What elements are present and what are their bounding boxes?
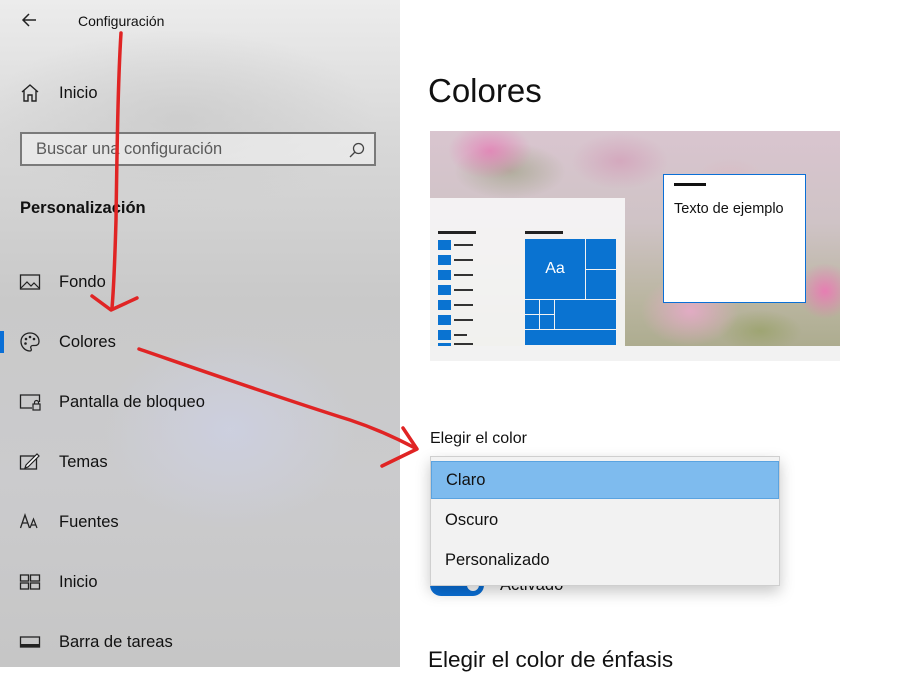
search-input[interactable] xyxy=(36,140,336,159)
app-title: Configuración xyxy=(78,13,165,29)
preview-sample-window: Texto de ejemplo xyxy=(663,174,806,303)
preview-menu-row-line xyxy=(454,244,473,246)
taskbar-icon xyxy=(18,630,42,654)
preview-menu-header xyxy=(438,231,476,234)
start-icon xyxy=(18,570,42,594)
preview-tile xyxy=(524,314,540,330)
sidebar-item-label: Fondo xyxy=(59,272,106,291)
choose-color-label: Elegir el color xyxy=(430,430,527,447)
dropdown-option-personalizado[interactable]: Personalizado xyxy=(431,541,779,579)
preview-tile xyxy=(539,299,555,315)
preview-tiles-header xyxy=(525,231,563,234)
sidebar-item-label: Colores xyxy=(59,332,116,351)
lock-screen-icon xyxy=(18,390,42,414)
preview-start-menu: Aa xyxy=(430,198,625,346)
preview-menu-row-line xyxy=(454,304,473,306)
home-icon xyxy=(18,81,42,105)
sidebar: Configuración Inicio Personalización Fon… xyxy=(0,0,400,667)
sidebar-item-label: Temas xyxy=(59,452,108,471)
search-box[interactable] xyxy=(20,132,376,166)
color-mode-dropdown[interactable]: Claro Oscuro Personalizado xyxy=(430,456,780,586)
preview-menu-row xyxy=(438,330,451,340)
dropdown-option-claro[interactable]: Claro xyxy=(431,461,779,499)
sidebar-item-label: Inicio xyxy=(59,83,98,102)
preview-menu-row xyxy=(438,255,451,265)
preview-menu-row xyxy=(438,270,451,280)
preview-sample-text: Texto de ejemplo xyxy=(674,201,784,217)
sidebar-item-temas[interactable]: Temas xyxy=(0,442,400,482)
preview-sample-bar xyxy=(674,183,706,186)
sidebar-item-inicio[interactable]: Inicio xyxy=(0,562,400,602)
preview-tile xyxy=(539,314,555,330)
preview-tile xyxy=(585,238,617,270)
preview-menu-row xyxy=(438,315,451,325)
sidebar-item-label: Inicio xyxy=(59,572,98,591)
palette-icon xyxy=(18,330,42,354)
page-title: Colores xyxy=(428,72,542,109)
preview-menu-row-line xyxy=(454,289,473,291)
accent-color-heading: Elegir el color de énfasis xyxy=(428,647,674,672)
sidebar-item-barra-de-tareas[interactable]: Barra de tareas xyxy=(0,622,400,662)
preview-menu-row-line xyxy=(454,334,467,336)
preview-menu-row xyxy=(438,300,451,310)
sidebar-item-colores[interactable]: Colores xyxy=(0,322,400,362)
sidebar-item-pantalla-de-bloqueo[interactable]: Pantalla de bloqueo xyxy=(0,382,400,422)
preview-menu-row xyxy=(438,240,451,250)
preview-tile xyxy=(585,269,617,300)
sidebar-item-label: Fuentes xyxy=(59,512,119,531)
preview-menu-row-line xyxy=(454,274,473,276)
preview-menu-row-line xyxy=(454,319,473,321)
section-heading: Personalización xyxy=(20,199,146,217)
preview-tile-wide xyxy=(524,329,617,346)
back-button[interactable] xyxy=(18,8,42,32)
sidebar-item-home[interactable]: Inicio xyxy=(18,80,98,106)
sidebar-item-fondo[interactable]: Fondo xyxy=(0,262,400,302)
preview-menu-row-line xyxy=(454,259,473,261)
sidebar-item-label: Pantalla de bloqueo xyxy=(59,392,205,411)
dropdown-option-oscuro[interactable]: Oscuro xyxy=(431,501,779,539)
themes-icon xyxy=(18,450,42,474)
search-icon[interactable] xyxy=(348,141,366,159)
sidebar-item-label: Barra de tareas xyxy=(59,632,173,651)
theme-preview: Aa Texto de ejemplo xyxy=(430,131,840,361)
image-icon xyxy=(18,270,42,294)
preview-tile-wide xyxy=(554,299,617,330)
fonts-icon xyxy=(18,510,42,534)
preview-taskbar xyxy=(430,346,840,361)
sidebar-item-fuentes[interactable]: Fuentes xyxy=(0,502,400,542)
preview-menu-row-line xyxy=(454,343,473,345)
preview-tile-large: Aa xyxy=(524,238,586,300)
preview-tile xyxy=(524,299,540,315)
back-arrow-icon xyxy=(21,13,36,27)
preview-menu-row xyxy=(438,285,451,295)
